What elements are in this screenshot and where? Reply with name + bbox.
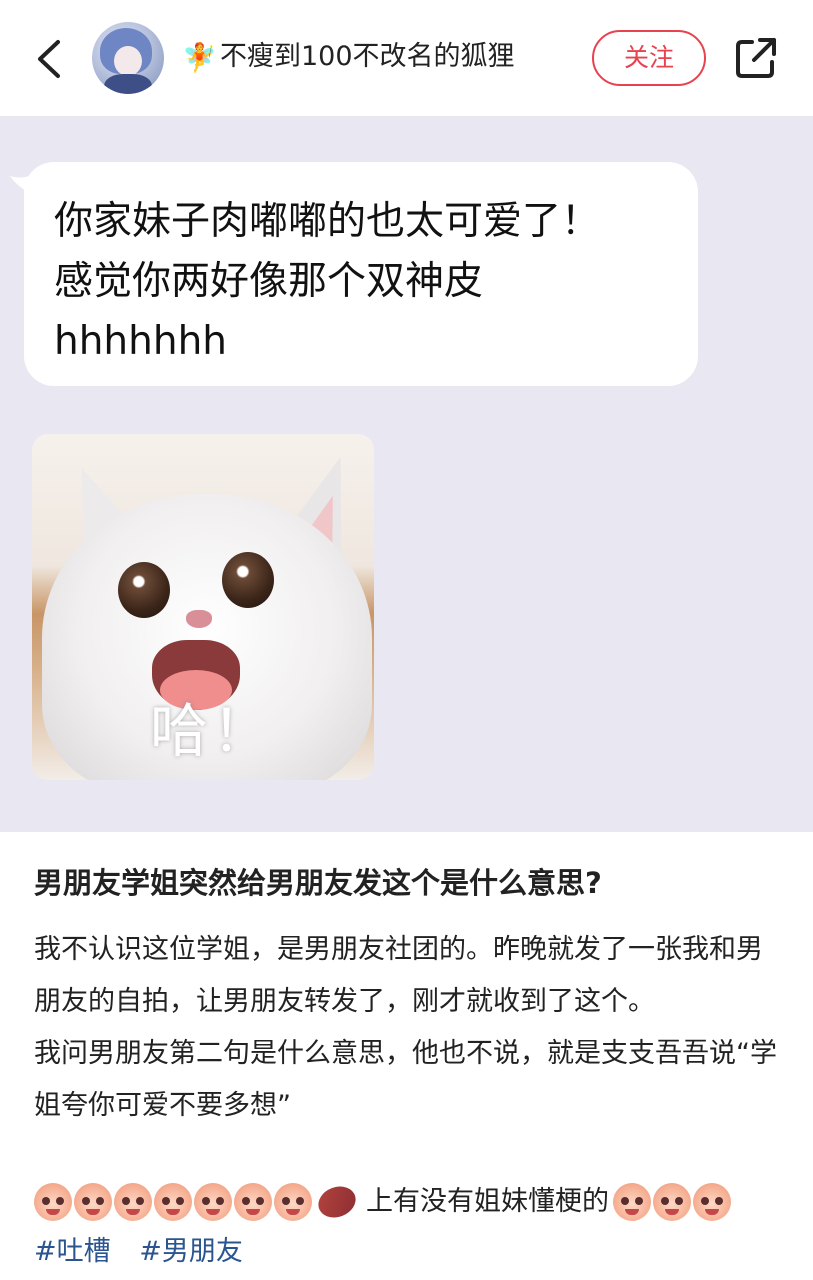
- chat-bubble: 你家妹子肉嘟嘟的也太可爱了！ 感觉你两好像那个双神皮 hhhhhhh: [24, 162, 698, 386]
- share-icon[interactable]: [734, 36, 778, 80]
- crying-peach-emoji-icon: [194, 1183, 232, 1221]
- chat-bubble-text: 你家妹子肉嘟嘟的也太可爱了！ 感觉你两好像那个双神皮 hhhhhhh: [54, 199, 601, 364]
- tag-boyfriend[interactable]: #男朋友: [139, 1236, 243, 1267]
- crying-peach-emoji-icon: [34, 1183, 72, 1221]
- post-title: 男朋友学姐突然给男朋友发这个是什么意思?: [34, 866, 602, 900]
- follow-button[interactable]: 关注: [592, 30, 706, 86]
- post-body: 我不认识这位学姐，是男朋友社团的。昨晚就发了一张我和男朋友的自拍，让男朋友转发了…: [34, 924, 784, 1132]
- cat-meme-caption: 哈！: [150, 697, 275, 765]
- post-paragraph: 我问男朋友第二句是什么意思，他也不说，就是支支吾吾说“学姐夸你可爱不要多想”: [34, 1038, 777, 1121]
- tag-list: #吐槽 #男朋友: [34, 1230, 263, 1274]
- post-content: 男朋友学姐突然给男朋友发这个是什么意思? 我不认识这位学姐，是男朋友社团的。昨晚…: [0, 832, 813, 1280]
- emoji-line-text: 上有没有姐妹懂梗的: [366, 1186, 609, 1217]
- crying-face-emoji-icon: [613, 1183, 651, 1221]
- header-bar: 🧚 不瘦到100不改名的狐狸 关注: [0, 0, 813, 116]
- crying-peach-emoji-icon: [114, 1183, 152, 1221]
- crying-face-emoji-icon: [693, 1183, 731, 1221]
- crying-peach-emoji-icon: [154, 1183, 192, 1221]
- crying-peach-emoji-icon: [274, 1183, 312, 1221]
- crying-peach-emoji-icon: [234, 1183, 272, 1221]
- fairy-icon: 🧚: [182, 41, 217, 74]
- post-paragraph: 我不认识这位学姐，是男朋友社团的。昨晚就发了一张我和男朋友的自拍，让男朋友转发了…: [34, 934, 763, 1017]
- cat-meme-image: 哈！: [32, 434, 374, 780]
- tag-tucao[interactable]: #吐槽: [34, 1236, 111, 1267]
- crying-face-emoji-icon: [653, 1183, 691, 1221]
- sweet-potato-icon: [313, 1179, 361, 1225]
- post-image[interactable]: 你家妹子肉嘟嘟的也太可爱了！ 感觉你两好像那个双神皮 hhhhhhh 哈！: [0, 116, 813, 832]
- emoji-line: 上有没有姐妹懂梗的: [34, 1179, 733, 1225]
- crying-peach-emoji-icon: [74, 1183, 112, 1221]
- username[interactable]: 不瘦到100不改名的狐狸: [220, 38, 515, 76]
- avatar[interactable]: [92, 22, 164, 94]
- back-arrow-icon[interactable]: [30, 36, 70, 82]
